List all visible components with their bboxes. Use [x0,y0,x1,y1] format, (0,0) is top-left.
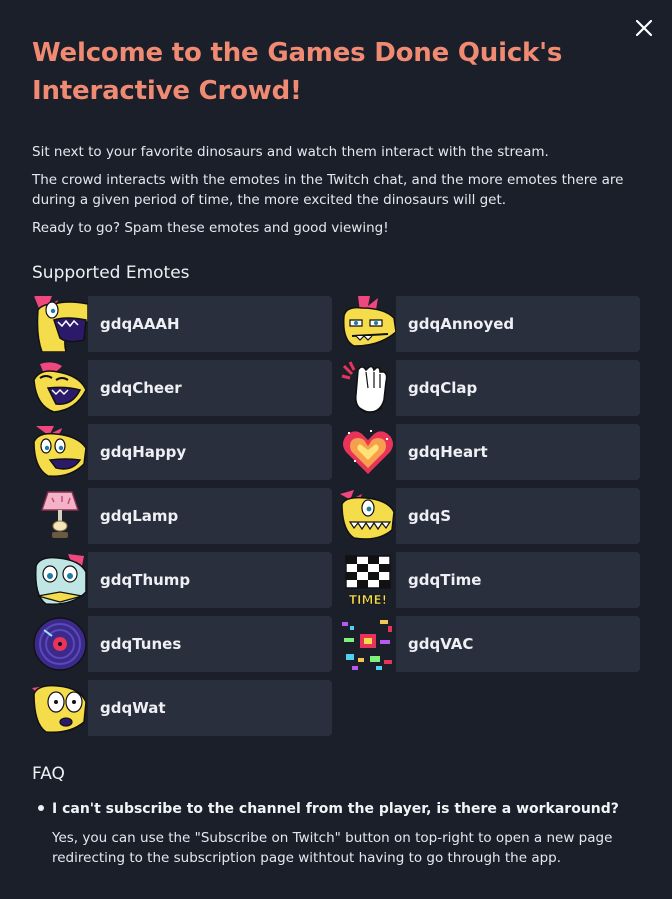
faq-question: I can't subscribe to the channel from th… [52,801,619,817]
emote-card-gdqheart: gdqHeart [340,424,640,480]
emote-name: gdqLamp [100,507,179,525]
intro-paragraph: Sit next to your favorite dinosaurs and … [32,144,549,160]
dino-grin-icon [340,488,396,544]
dino-annoyed-icon [340,296,396,352]
emote-name: gdqThump [100,571,191,589]
faq-heading: FAQ [32,764,65,784]
dino-cheer-icon [32,360,88,416]
emote-card-gdqaaah: gdqAAAH [32,296,332,352]
dino-happy-icon [32,424,88,480]
emote-card-gdqthump: gdqThump [32,552,332,608]
pixel-heart-icon [340,424,396,480]
intro-paragraph: Ready to go? Spam these emotes and good … [32,220,389,236]
emote-name: gdqVAC [408,635,474,653]
emote-name: gdqS [408,507,452,525]
intro-text: Sit next to your favorite dinosaurs and … [32,142,642,246]
emote-card-gdqs: gdqS [340,488,640,544]
dino-scream-icon [32,296,88,352]
close-button[interactable] [632,16,656,40]
emote-name: gdqCheer [100,379,182,397]
faq-answer: Yes, you can use the "Subscribe on Twitc… [52,830,613,866]
faq-list: I can't subscribe to the channel from th… [32,798,642,868]
modal-title: Welcome to the Games Done Quick's Intera… [32,38,563,106]
emote-card-gdqcheer: gdqCheer [32,360,332,416]
time-badge-text: TIME! [349,593,387,607]
emote-name: gdqHappy [100,443,187,461]
lamp-icon [32,488,88,544]
emote-name: gdqWat [100,699,166,717]
emote-card-gdqtime: TIME! gdqTime [340,552,640,608]
close-icon [635,19,653,37]
emote-card-gdqclap: gdqClap [340,360,640,416]
emote-name: gdqTime [408,571,482,589]
faq-item: I can't subscribe to the channel from th… [32,798,642,868]
vac-glitch-icon [340,616,396,672]
intro-paragraph: The crowd interacts with the emotes in t… [32,172,624,208]
emote-card-gdqhappy: gdqHappy [32,424,332,480]
emote-card-gdqtunes: gdqTunes [32,616,332,672]
emote-card-gdqvac: gdqVAC [340,616,640,672]
emote-name: gdqHeart [408,443,488,461]
emote-name: gdqTunes [100,635,182,653]
emote-name: gdqAAAH [100,315,180,333]
emote-grid: gdqAAAH gdqAnnoyed gdqCheer gdqClap gdqH… [32,296,640,736]
checkered-flag-icon: TIME! [340,552,396,608]
bullet-icon [38,805,44,811]
clapping-hand-icon [340,360,396,416]
emote-card-gdqwat: gdqWat [32,680,332,736]
emote-name: gdqAnnoyed [408,315,515,333]
vinyl-disc-icon [32,616,88,672]
dino-wat-icon [32,680,88,736]
emote-card-gdqannoyed: gdqAnnoyed [340,296,640,352]
dino-thump-icon [32,552,88,608]
emotes-heading: Supported Emotes [32,263,190,283]
emote-card-gdqlamp: gdqLamp [32,488,332,544]
emote-name: gdqClap [408,379,478,397]
